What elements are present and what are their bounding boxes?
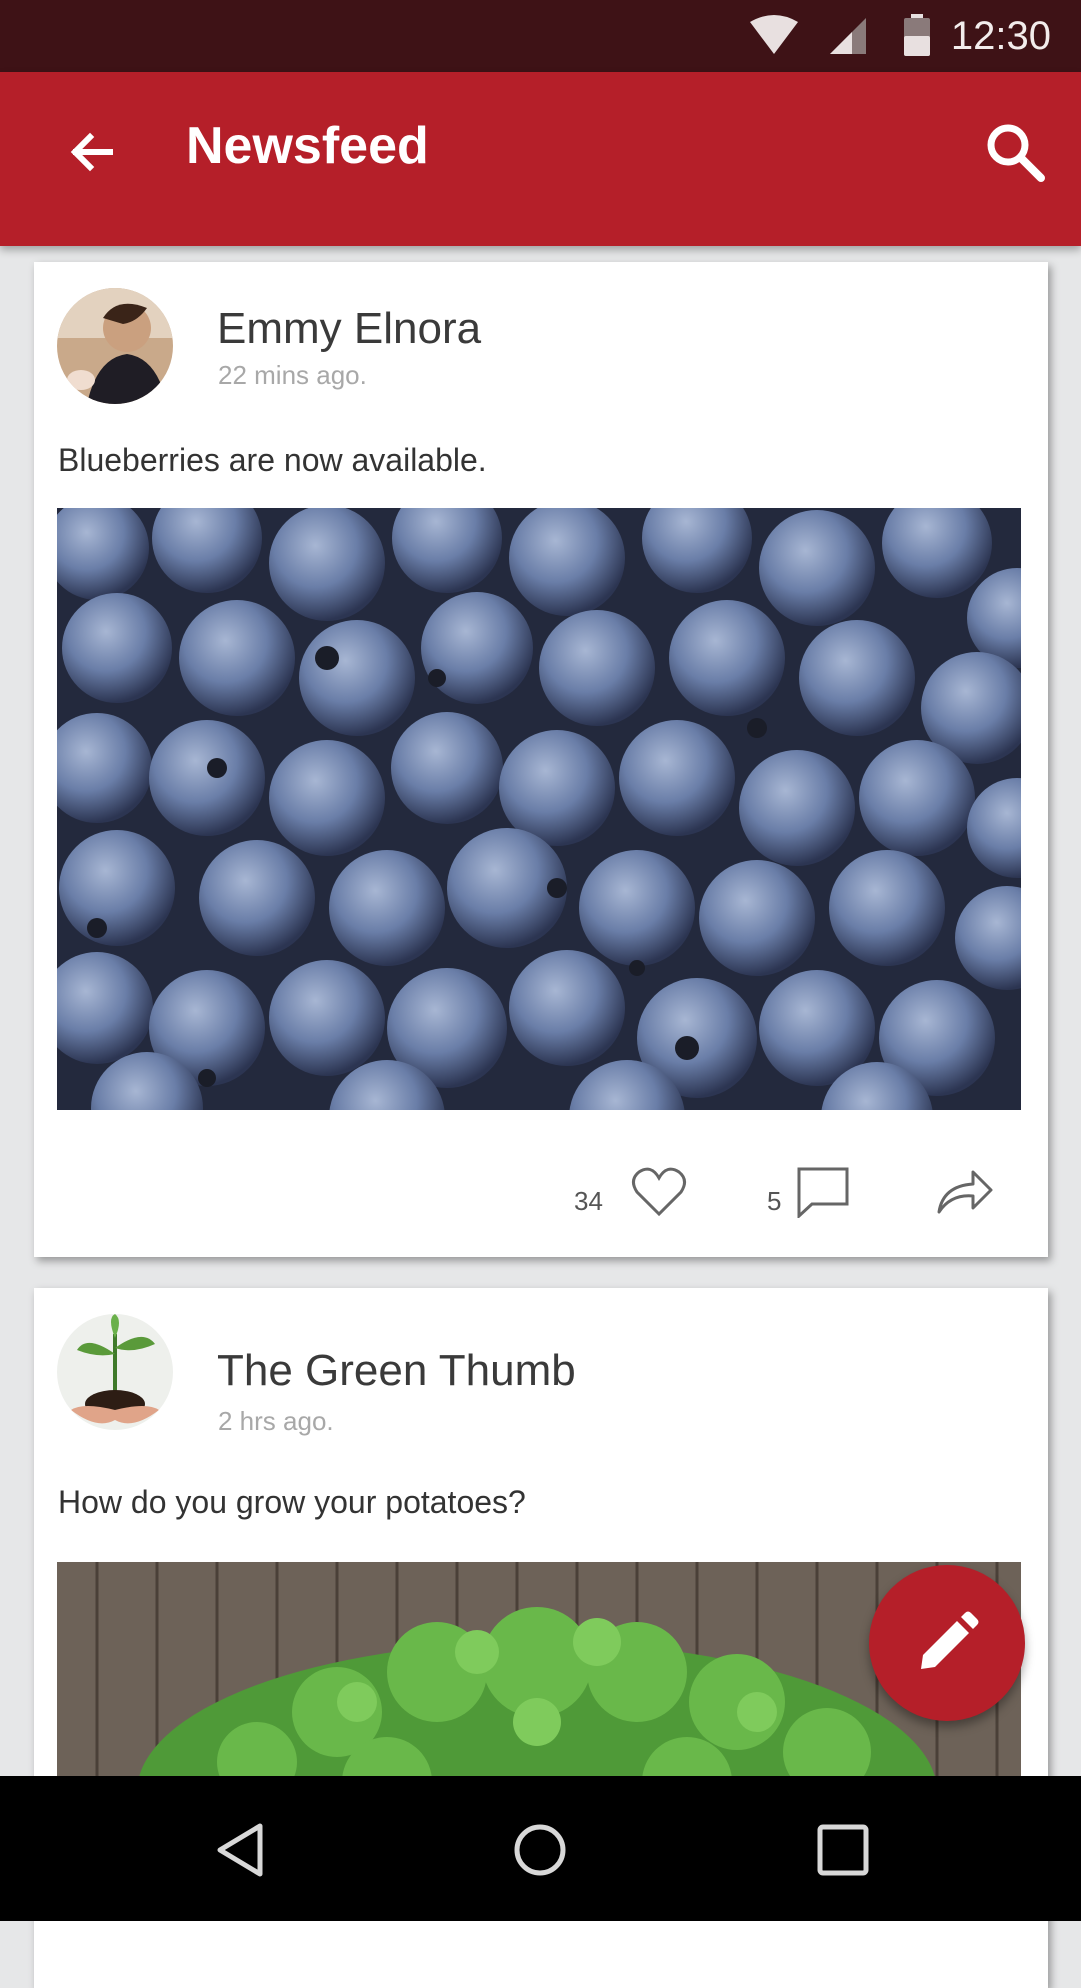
- post-author[interactable]: The Green Thumb: [217, 1346, 576, 1396]
- post-image-blueberries[interactable]: [57, 508, 1021, 1110]
- nav-recents-icon[interactable]: [813, 1820, 873, 1880]
- cell-signal-icon: [830, 18, 866, 54]
- post-timestamp: 2 hrs ago.: [218, 1406, 334, 1436]
- avatar[interactable]: [57, 1314, 173, 1430]
- post-text: Blueberries are now available.: [58, 442, 487, 478]
- comment-count: 5: [767, 1186, 782, 1216]
- post-actions: 34 5: [34, 1152, 1048, 1242]
- app-bar: Newsfeed: [0, 72, 1081, 246]
- battery-icon: [904, 14, 930, 56]
- system-nav-bar: [0, 1776, 1081, 1921]
- heart-icon[interactable]: [631, 1166, 687, 1218]
- compose-fab-button[interactable]: [869, 1565, 1025, 1721]
- search-icon[interactable]: [979, 116, 1051, 188]
- post-author[interactable]: Emmy Elnora: [217, 304, 481, 354]
- back-arrow-icon[interactable]: [60, 120, 124, 184]
- nav-back-icon[interactable]: [212, 1820, 268, 1880]
- post-timestamp: 22 mins ago.: [218, 360, 367, 390]
- like-count: 34: [574, 1186, 603, 1216]
- avatar[interactable]: [57, 288, 173, 404]
- wifi-icon: [750, 15, 798, 54]
- status-bar: 12:30: [0, 0, 1081, 72]
- edit-pencil-icon: [921, 1611, 979, 1669]
- nav-home-icon[interactable]: [510, 1820, 570, 1880]
- status-time: 12:30: [950, 14, 1051, 58]
- post-card: Emmy Elnora 22 mins ago. Blueberries are…: [34, 262, 1048, 1257]
- page-title: Newsfeed: [186, 117, 429, 175]
- post-text: How do you grow your potatoes?: [58, 1484, 526, 1520]
- comment-icon[interactable]: [796, 1166, 852, 1218]
- share-icon[interactable]: [935, 1166, 995, 1218]
